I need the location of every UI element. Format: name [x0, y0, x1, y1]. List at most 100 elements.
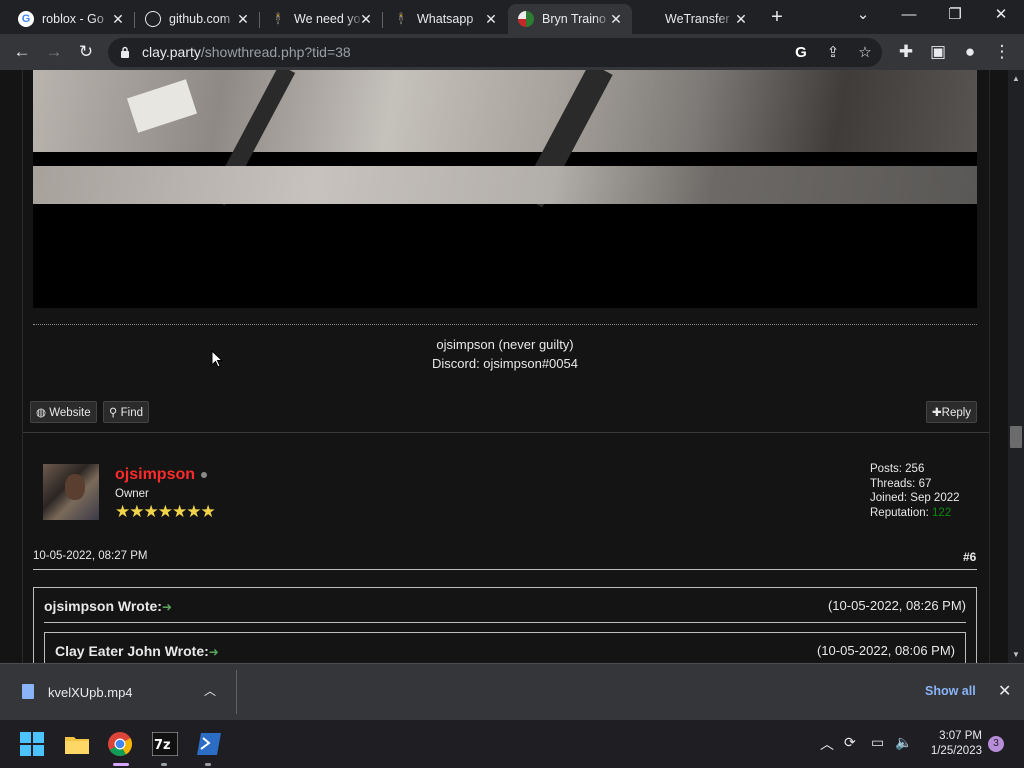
url-text[interactable]: clay.party/showthread.php?tid=38: [142, 44, 351, 60]
video-frame-upper: [33, 70, 977, 208]
tab-strip: G roblox - Go ✕ github.com ✕ 🕴 We need y…: [0, 0, 1024, 34]
close-icon[interactable]: ✕: [235, 11, 251, 27]
post-number-link[interactable]: #6: [963, 550, 976, 564]
arrow-right-icon[interactable]: ➜: [209, 645, 219, 659]
tab-title: We need yo: [294, 12, 361, 26]
forward-icon[interactable]: →: [42, 40, 66, 64]
close-icon[interactable]: ✕: [733, 11, 749, 27]
windows-taskbar: 7z ︿ ⟳ ▭ 🔈 3:07 PM 1/25/2023 3: [0, 720, 1024, 768]
browser-toolbar: ← → ↻ clay.party/showthread.php?tid=38 G…: [0, 34, 1024, 70]
nested-blockquote: Clay Eater John Wrote:➜ (10-05-2022, 08:…: [44, 632, 966, 663]
website-button-label: Website: [49, 407, 91, 419]
share-icon[interactable]: ⇪: [822, 42, 844, 64]
download-filename[interactable]: kvelXUpb.mp4: [48, 685, 133, 700]
minimize-icon[interactable]: —: [894, 4, 924, 26]
stat-threads: Threads: 67: [870, 477, 932, 490]
find-button-label: Find: [120, 407, 144, 419]
powershell-icon[interactable]: [195, 730, 223, 758]
tab-title: Bryn Traino: [542, 12, 606, 26]
user-role: Owner: [115, 488, 149, 500]
chevron-down-icon[interactable]: ⌄: [848, 4, 878, 26]
stat-reputation: Reputation: 122: [870, 506, 960, 521]
tray-overflow-chevron-icon[interactable]: ︿: [820, 734, 834, 754]
tab-title: roblox - Go: [42, 12, 104, 26]
chevron-up-icon[interactable]: ︿: [204, 682, 216, 699]
embedded-video[interactable]: [33, 70, 977, 308]
website-button[interactable]: ◍ Website: [30, 401, 97, 423]
menu-kebab-icon[interactable]: ⋮: [990, 40, 1014, 64]
address-bar[interactable]: clay.party/showthread.php?tid=38 G ⇪ ☆: [108, 38, 882, 67]
new-tab-icon[interactable]: +: [766, 6, 788, 28]
download-separator: [236, 670, 237, 714]
side-panel-icon[interactable]: ▣: [926, 40, 950, 64]
find-button[interactable]: ⚲ Find: [103, 401, 150, 423]
volume-icon[interactable]: 🔈: [895, 734, 912, 751]
profile-icon[interactable]: ●: [958, 40, 982, 64]
scroll-up-icon[interactable]: ▲: [1012, 74, 1020, 84]
google-icon: G: [18, 11, 34, 27]
chrome-icon[interactable]: [106, 730, 134, 758]
network-icon[interactable]: ▭: [871, 734, 884, 751]
google-lens-icon[interactable]: G: [790, 42, 812, 64]
plus-icon: ✚: [932, 407, 942, 419]
person-icon: 🕴: [393, 12, 409, 26]
tab-bryn-trainor[interactable]: Bryn Traino ✕: [508, 4, 632, 34]
post-divider: [23, 432, 989, 433]
tab-wetransfer[interactable]: WeTransfer ✕: [633, 4, 757, 34]
tab-title: Whatsapp: [417, 12, 474, 26]
video-frame-lower: [33, 166, 977, 204]
close-icon[interactable]: ✕: [358, 11, 374, 27]
page-viewport: ojsimpson (never guilty) Discord: ojsimp…: [0, 70, 1008, 663]
close-icon[interactable]: ✕: [608, 11, 624, 27]
nested-quote-author: Clay Eater John Wrote:: [55, 643, 209, 659]
svg-text:7z: 7z: [154, 738, 171, 753]
quote-header[interactable]: ojsimpson Wrote:➜: [44, 598, 172, 614]
reply-button[interactable]: ✚Reply: [926, 401, 978, 423]
signature-line-2: Discord: ojsimpson#0054: [432, 356, 578, 371]
close-icon[interactable]: ✕: [998, 681, 1011, 701]
download-bar: kvelXUpb.mp4 ︿ Show all ✕: [0, 663, 1024, 720]
scroll-down-icon[interactable]: ▼: [1012, 650, 1020, 660]
user-stars: ★★★★★★★: [115, 502, 216, 521]
lock-icon[interactable]: [120, 46, 130, 58]
windows-start-icon[interactable]: [18, 730, 46, 758]
avatar[interactable]: [43, 464, 99, 520]
stat-posts: Posts: 256: [870, 463, 925, 475]
notification-badge[interactable]: 3: [988, 736, 1004, 752]
reload-icon[interactable]: ↻: [74, 40, 98, 64]
taskbar-clock[interactable]: 3:07 PM 1/25/2023: [920, 729, 982, 759]
tab-title: github.com: [169, 12, 231, 26]
seven-zip-icon[interactable]: 7z: [151, 730, 179, 758]
person-icon: 🕴: [270, 12, 286, 26]
globe-icon: ◍: [36, 407, 47, 419]
blockquote: ojsimpson Wrote:➜ (10-05-2022, 08:26 PM)…: [33, 587, 977, 663]
reputation-label: Reputation:: [870, 506, 929, 519]
sync-icon[interactable]: ⟳: [844, 734, 856, 751]
arrow-right-icon[interactable]: ➜: [162, 600, 172, 614]
username-link[interactable]: ojsimpson: [115, 466, 195, 484]
stat-joined: Joined: Sep 2022: [870, 492, 960, 504]
tab-whatsapp[interactable]: 🕴 Whatsapp ✕: [383, 4, 507, 34]
window-close-icon[interactable]: ✕: [986, 4, 1016, 26]
tab-roblox[interactable]: G roblox - Go ✕: [8, 4, 134, 34]
scroll-thumb[interactable]: [1010, 426, 1022, 448]
nested-quote-header[interactable]: Clay Eater John Wrote:➜: [55, 643, 219, 659]
tab-we-need-you[interactable]: 🕴 We need yo ✕: [260, 4, 382, 34]
mouse-pointer-icon: [211, 350, 223, 368]
reputation-value[interactable]: 122: [932, 507, 951, 519]
bookmark-star-icon[interactable]: ☆: [854, 42, 876, 64]
url-path: /showthread.php?tid=38: [200, 44, 351, 60]
signature-line-1: ojsimpson (never guilty): [436, 337, 574, 352]
clock-date: 1/25/2023: [930, 745, 982, 757]
post-header-divider: [33, 569, 977, 570]
tab-github[interactable]: github.com ✕: [135, 4, 259, 34]
back-icon[interactable]: ←: [10, 40, 34, 64]
extensions-icon[interactable]: ✚: [894, 40, 918, 64]
thread-post-container: ojsimpson (never guilty) Discord: ojsimp…: [22, 70, 990, 663]
show-all-button[interactable]: Show all: [925, 684, 976, 698]
close-icon[interactable]: ✕: [110, 11, 126, 27]
close-icon[interactable]: ✕: [483, 11, 499, 27]
file-explorer-icon[interactable]: [63, 730, 91, 758]
restore-icon[interactable]: ❐: [940, 4, 970, 26]
page-scrollbar[interactable]: ▲ ▼: [1008, 70, 1024, 663]
